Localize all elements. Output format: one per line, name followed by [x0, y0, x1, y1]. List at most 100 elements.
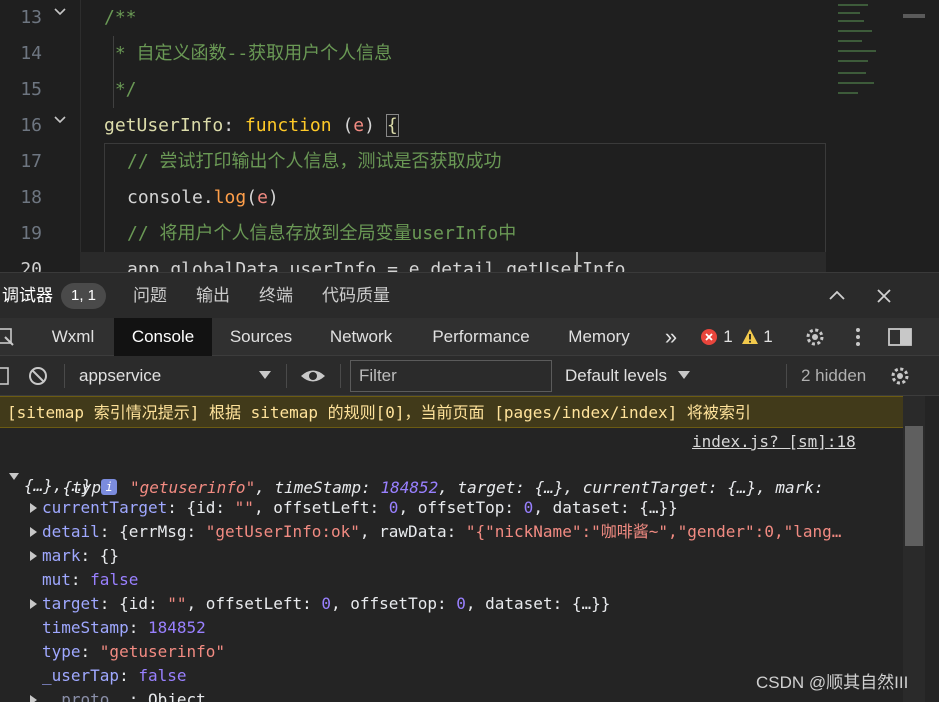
- code-line: app.globalData.userInfo = e.detail.getUs…: [127, 259, 626, 272]
- tab-terminal[interactable]: 终端: [259, 273, 293, 319]
- dropdown-arrow-icon[interactable]: [678, 371, 690, 381]
- tab-output[interactable]: 输出: [196, 273, 230, 319]
- filter-input[interactable]: Filter: [350, 360, 552, 392]
- prop-key: detail: [42, 522, 100, 541]
- code-token: ): [364, 115, 386, 136]
- code-lines: /** * 自定义函数--获取用户个人信息 */ getUserInfo: fu…: [104, 0, 829, 272]
- prop-key: __proto__: [42, 690, 129, 702]
- prop-key: target: [42, 594, 100, 613]
- prop-row-target[interactable]: target: {id: "", offsetLeft: 0, offsetTo…: [42, 592, 610, 616]
- line-number: 18: [20, 187, 42, 208]
- expand-toggle-icon[interactable]: [30, 527, 37, 537]
- close-icon[interactable]: [873, 285, 895, 307]
- prop-key: currentTarget: [42, 498, 168, 517]
- clear-console-icon[interactable]: [27, 365, 49, 387]
- param-token: e: [353, 115, 365, 136]
- dock-side-icon[interactable]: [887, 326, 913, 348]
- code-token: (: [331, 115, 354, 136]
- tab-wxml[interactable]: Wxml: [37, 318, 109, 356]
- prop-key: type: [42, 642, 81, 661]
- expand-toggle-icon[interactable]: [30, 503, 37, 513]
- prop-row-detail[interactable]: detail: {errMsg: "getUserInfo:ok", rawDa…: [42, 520, 841, 544]
- prop-value: "getuserinfo": [99, 642, 226, 661]
- expand-toggle-icon[interactable]: [30, 695, 37, 702]
- warning-count[interactable]: 1: [762, 318, 774, 356]
- code-line: // 将用户个人信息存放到全局变量userInfo中: [127, 223, 517, 244]
- param-token: e: [257, 187, 268, 208]
- chevron-up-icon[interactable]: [826, 285, 848, 307]
- prop-value: "getUserInfo:ok": [205, 522, 360, 541]
- object-summary-line[interactable]: {type: "getuserinfo", timeStamp: 184852,…: [24, 452, 824, 497]
- inspect-element-icon[interactable]: [0, 326, 16, 348]
- text-cursor: [576, 252, 578, 272]
- tab-sources[interactable]: Sources: [217, 318, 305, 356]
- prop-value: , dataset: {…}}: [465, 594, 611, 613]
- console-warning-message: [sitemap 索引情况提示] 根据 sitemap 的规则[0]，当前页面 …: [0, 396, 903, 428]
- editor-scrollbar[interactable]: [903, 0, 925, 272]
- code-line: /**: [104, 7, 137, 28]
- error-count[interactable]: 1: [722, 318, 734, 356]
- console-scrollbar[interactable]: [903, 396, 925, 702]
- gear-icon[interactable]: [804, 326, 826, 348]
- source-link[interactable]: index.js? [sm]:18: [692, 432, 856, 451]
- expand-toggle-icon[interactable]: [30, 599, 37, 609]
- keyword-token: function: [244, 115, 332, 136]
- error-icon[interactable]: [700, 328, 718, 346]
- scrollbar-thumb[interactable]: [903, 14, 925, 18]
- prop-row-mark[interactable]: mark: {}: [42, 544, 119, 568]
- code-line: // 尝试打印输出个人信息，测试是否获取成功: [127, 151, 502, 172]
- prop-value: Object: [147, 690, 206, 702]
- prop-row-proto[interactable]: __proto__: Object: [42, 688, 206, 702]
- code-editor[interactable]: 13 14 15 16 17 18 19 20 /** * 自定义函数--获取用…: [0, 0, 939, 272]
- bottom-panel-tabs: 调试器 1, 1 问题 输出 终端 代码质量: [0, 272, 939, 318]
- prop-value: {…}: [727, 478, 757, 497]
- more-tabs-button[interactable]: »: [658, 318, 684, 356]
- code-line: * 自定义函数--获取用户个人信息: [104, 43, 393, 64]
- prop-row-currentTarget[interactable]: currentTarget: {id: "", offsetLeft: 0, o…: [42, 496, 678, 520]
- line-number: 14: [20, 43, 42, 64]
- function-name: getUserInfo: [104, 115, 224, 136]
- expand-toggle-icon[interactable]: [9, 473, 19, 480]
- prop-value: , dataset: {…}}: [533, 498, 678, 517]
- tab-debugger[interactable]: 调试器: [2, 273, 53, 319]
- tab-network[interactable]: Network: [316, 318, 406, 356]
- fold-chevron-icon[interactable]: [53, 113, 67, 127]
- object-summary-line: {…}, …} i: [24, 474, 118, 498]
- minimap[interactable]: [830, 0, 900, 110]
- console-toolbar: appservice Filter Default levels 2 hidde…: [0, 356, 939, 396]
- tab-memory[interactable]: Memory: [556, 318, 642, 356]
- prop-value: {errMsg:: [119, 522, 206, 541]
- tab-performance[interactable]: Performance: [418, 318, 544, 356]
- dropdown-arrow-icon[interactable]: [259, 371, 271, 381]
- kebab-menu-icon[interactable]: [847, 326, 869, 348]
- code-line: getUserInfo: function (e) {: [104, 108, 399, 144]
- warning-icon[interactable]: [741, 328, 759, 346]
- log-levels-dropdown[interactable]: Default levels: [565, 356, 667, 396]
- sidebar-toggle-icon[interactable]: [0, 366, 10, 386]
- prop-row-timeStamp: timeStamp: 184852: [42, 618, 206, 637]
- hidden-count: 2 hidden: [801, 366, 867, 385]
- tab-problems[interactable]: 问题: [133, 273, 167, 319]
- fold-chevron-icon[interactable]: [53, 5, 67, 19]
- context-selector[interactable]: appservice: [79, 356, 161, 396]
- prop-key: mark: [42, 546, 81, 565]
- prop-value: 0: [456, 594, 466, 613]
- prop-value: 184852: [147, 618, 206, 637]
- prop-key: mark: [775, 478, 814, 497]
- info-badge-icon[interactable]: i: [101, 478, 118, 495]
- line-number: 13: [20, 7, 42, 28]
- tab-console[interactable]: Console: [114, 318, 212, 356]
- toolbar-divider: [286, 364, 287, 388]
- tab-code-quality[interactable]: 代码质量: [322, 273, 390, 319]
- toolbar-divider: [340, 364, 341, 388]
- prop-value: , rawData:: [359, 522, 466, 541]
- prop-value: 0: [321, 594, 331, 613]
- eye-icon[interactable]: [299, 365, 327, 387]
- prop-value: false: [138, 666, 187, 685]
- prop-value: false: [90, 570, 139, 589]
- console-output[interactable]: [sitemap 索引情况提示] 根据 sitemap 的规则[0]，当前页面 …: [0, 396, 939, 702]
- prop-value: , offsetLeft:: [253, 498, 389, 517]
- expand-toggle-icon[interactable]: [30, 551, 37, 561]
- gear-icon[interactable]: [889, 365, 911, 387]
- scrollbar-thumb[interactable]: [905, 426, 923, 546]
